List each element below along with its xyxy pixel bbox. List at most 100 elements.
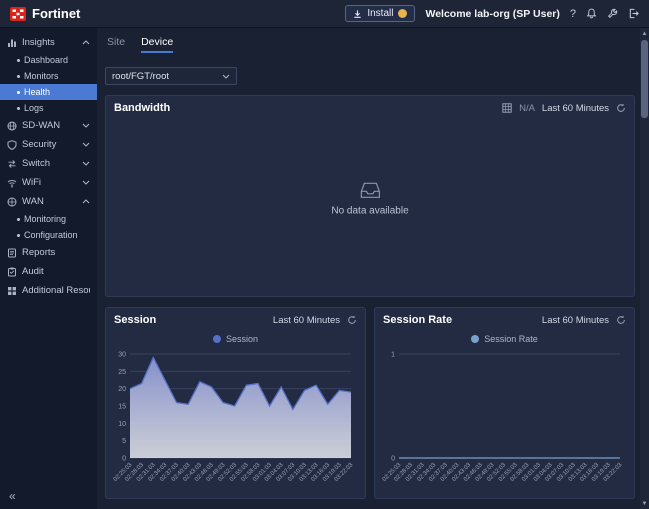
bandwidth-panel-header: Bandwidth N/A Last 60 Minutes xyxy=(106,96,634,120)
sidebar-item-monitors[interactable]: Monitors xyxy=(0,68,97,84)
sidebar-item-label: Security xyxy=(22,139,77,150)
legend-dot xyxy=(471,335,479,343)
audit-icon xyxy=(7,267,17,277)
bandwidth-na-value: N/A xyxy=(519,103,535,114)
session-chart: 05101520253002:25:0302:28:0302:31:0302:3… xyxy=(108,346,359,496)
sidebar-item-reports[interactable]: Reports xyxy=(0,243,97,262)
refresh-icon[interactable] xyxy=(347,315,357,325)
session-legend[interactable]: Session xyxy=(106,332,365,346)
sidebar-item-label: Audit xyxy=(22,266,90,277)
tab-site[interactable]: Site xyxy=(107,36,125,53)
sidebar-item-label: WiFi xyxy=(22,177,77,188)
main-content: Site Device root/FGT/root Bandwidth N/A … xyxy=(97,28,649,509)
sidebar-collapse-button[interactable]: « xyxy=(9,489,16,503)
session-panel-header: Session Last 60 Minutes xyxy=(106,308,365,332)
brand: Fortinet xyxy=(10,6,80,22)
sidebar-item-label: WAN xyxy=(22,196,77,207)
view-tabs: Site Device xyxy=(105,34,635,59)
bullet-icon xyxy=(17,218,20,221)
tab-device[interactable]: Device xyxy=(141,36,173,53)
globe-icon xyxy=(7,121,17,131)
sidebar-item-health[interactable]: Health xyxy=(0,84,97,100)
report-icon xyxy=(7,248,17,258)
bullet-icon xyxy=(17,59,20,62)
sidebar-item-monitoring[interactable]: Monitoring xyxy=(0,211,97,227)
app-root: Fortinet Install Welcome lab-org (SP Use… xyxy=(0,0,649,509)
help-icon[interactable]: ? xyxy=(570,8,576,20)
session-title: Session xyxy=(114,314,156,326)
bullet-icon xyxy=(17,75,20,78)
bandwidth-range-label[interactable]: Last 60 Minutes xyxy=(542,103,609,114)
download-icon xyxy=(353,9,362,19)
wrench-icon[interactable] xyxy=(607,8,618,19)
chevron-up-icon xyxy=(82,199,90,204)
session-rate-panel: Session Rate Last 60 Minutes Session Rat… xyxy=(374,307,635,499)
sidebar-item-label: Switch xyxy=(22,158,77,169)
session-rate-panel-header: Session Rate Last 60 Minutes xyxy=(375,308,634,332)
svg-text:1: 1 xyxy=(391,352,395,359)
install-badge xyxy=(398,9,407,18)
session-panel: Session Last 60 Minutes Session 05101520… xyxy=(105,307,366,499)
sidebar-item-wifi[interactable]: WiFi xyxy=(0,173,97,192)
sidebar-item-dashboard[interactable]: Dashboard xyxy=(0,52,97,68)
sidebar-item-wan[interactable]: WAN xyxy=(0,192,97,211)
chevron-down-icon xyxy=(82,142,90,147)
svg-text:0: 0 xyxy=(122,456,126,463)
sidebar-item-configuration[interactable]: Configuration xyxy=(0,227,97,243)
fortinet-logo-icon xyxy=(10,6,26,22)
install-label: Install xyxy=(367,8,393,19)
grid-icon xyxy=(7,286,17,296)
sidebar-item-label: Monitors xyxy=(24,71,59,81)
body-row: Insights Dashboard Monitors Health Logs … xyxy=(0,28,649,509)
sidebar-item-logs[interactable]: Logs xyxy=(0,100,97,116)
scroll-down-arrow[interactable]: ▼ xyxy=(640,498,649,509)
svg-text:10: 10 xyxy=(118,421,126,428)
bandwidth-title: Bandwidth xyxy=(114,102,170,114)
table-icon xyxy=(502,103,512,113)
svg-text:5: 5 xyxy=(122,438,126,445)
sidebar-item-additional-resources[interactable]: Additional Resources xyxy=(0,281,97,300)
shield-icon xyxy=(7,140,17,150)
vertical-scrollbar[interactable]: ▲ ▼ xyxy=(640,28,649,509)
sidebar-item-security[interactable]: Security xyxy=(0,135,97,154)
empty-tray-icon xyxy=(359,181,381,199)
svg-text:0: 0 xyxy=(391,456,395,463)
session-rate-range-label[interactable]: Last 60 Minutes xyxy=(542,315,609,326)
svg-text:25: 25 xyxy=(118,369,126,376)
sidebar-item-audit[interactable]: Audit xyxy=(0,262,97,281)
device-select-value: root/FGT/root xyxy=(112,71,169,82)
device-select[interactable]: root/FGT/root xyxy=(105,67,237,85)
sidebar-item-label: Configuration xyxy=(24,230,78,240)
sidebar: Insights Dashboard Monitors Health Logs … xyxy=(0,28,97,509)
session-range-label[interactable]: Last 60 Minutes xyxy=(273,315,340,326)
legend-label: Session Rate xyxy=(484,334,538,344)
chevron-down-icon xyxy=(82,123,90,128)
chart-panels-row: Session Last 60 Minutes Session 05101520… xyxy=(105,307,635,499)
bandwidth-empty-state: No data available xyxy=(331,181,408,216)
sidebar-item-label: SD-WAN xyxy=(22,120,77,131)
insights-icon xyxy=(7,38,17,48)
legend-label: Session xyxy=(226,334,258,344)
svg-text:15: 15 xyxy=(118,404,126,411)
sidebar-item-sd-wan[interactable]: SD-WAN xyxy=(0,116,97,135)
session-rate-legend[interactable]: Session Rate xyxy=(375,332,634,346)
session-rate-chart: 0102:25:0302:28:0302:31:0302:34:0302:37:… xyxy=(377,346,628,496)
refresh-icon[interactable] xyxy=(616,315,626,325)
scroll-up-arrow[interactable]: ▲ xyxy=(640,28,649,39)
sidebar-item-label: Dashboard xyxy=(24,55,68,65)
scrollbar-thumb[interactable] xyxy=(641,40,648,118)
bell-icon[interactable] xyxy=(586,8,597,19)
sidebar-item-label: Health xyxy=(24,87,50,97)
logout-icon[interactable] xyxy=(628,8,639,19)
chevron-up-icon xyxy=(82,40,90,45)
welcome-text: Welcome lab-org (SP User) xyxy=(425,8,559,20)
bullet-icon xyxy=(17,234,20,237)
bandwidth-panel: Bandwidth N/A Last 60 Minutes No data av… xyxy=(105,95,635,297)
legend-dot xyxy=(213,335,221,343)
bandwidth-empty-text: No data available xyxy=(331,205,408,216)
sidebar-item-label: Reports xyxy=(22,247,90,258)
sidebar-item-insights[interactable]: Insights xyxy=(0,33,97,52)
refresh-icon[interactable] xyxy=(616,103,626,113)
sidebar-item-switch[interactable]: Switch xyxy=(0,154,97,173)
install-button[interactable]: Install xyxy=(345,5,415,22)
